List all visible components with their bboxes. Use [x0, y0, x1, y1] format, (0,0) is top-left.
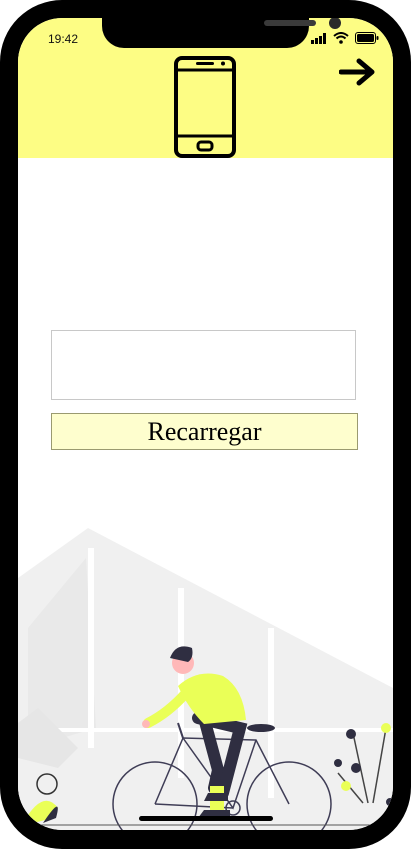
battery-icon	[355, 32, 379, 44]
wifi-icon	[333, 32, 349, 44]
cyclist-illustration	[18, 528, 393, 830]
screen: 19:42 Recarregar	[18, 18, 393, 830]
notch	[102, 18, 341, 48]
status-icons	[311, 32, 379, 44]
arrow-right-icon[interactable]	[339, 58, 377, 86]
phone-frame: 19:42 Recarregar	[0, 0, 411, 849]
reload-button[interactable]: Recarregar	[51, 413, 358, 450]
home-indicator	[139, 816, 273, 821]
status-time: 19:42	[48, 32, 79, 46]
smartphone-icon	[174, 56, 236, 158]
header-bar: 19:42	[18, 18, 393, 158]
url-input[interactable]	[51, 330, 356, 400]
camera	[329, 18, 341, 29]
speaker	[264, 20, 316, 26]
signal-icon	[311, 32, 326, 44]
